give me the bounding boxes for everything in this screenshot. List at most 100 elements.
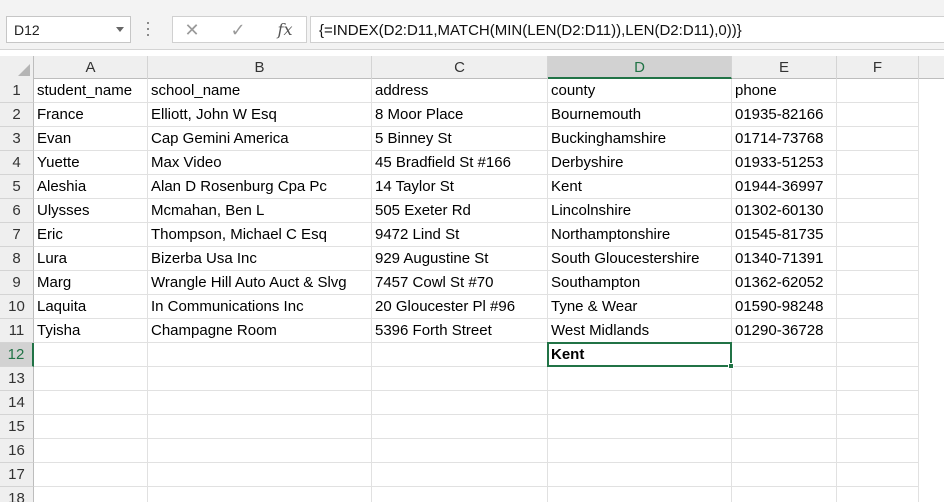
- cell-c2[interactable]: 8 Moor Place: [372, 103, 548, 127]
- cell-d16[interactable]: [548, 439, 732, 463]
- cell-b15[interactable]: [148, 415, 372, 439]
- cell-a7[interactable]: Eric: [34, 223, 148, 247]
- row-header[interactable]: 5: [0, 175, 34, 199]
- cell-f4[interactable]: [837, 151, 919, 175]
- column-header-c[interactable]: C: [372, 56, 548, 79]
- cell-f3[interactable]: [837, 127, 919, 151]
- cell-b5[interactable]: Alan D Rosenburg Cpa Pc: [148, 175, 372, 199]
- cell-b17[interactable]: [148, 463, 372, 487]
- cell-d15[interactable]: [548, 415, 732, 439]
- row-header[interactable]: 9: [0, 271, 34, 295]
- row-header[interactable]: 10: [0, 295, 34, 319]
- cell-c17[interactable]: [372, 463, 548, 487]
- cell-f10[interactable]: [837, 295, 919, 319]
- cell-e11[interactable]: 01290-36728: [732, 319, 837, 343]
- cell-e2[interactable]: 01935-82166: [732, 103, 837, 127]
- cell-d7[interactable]: Northamptonshire: [548, 223, 732, 247]
- cell-a5[interactable]: Aleshia: [34, 175, 148, 199]
- cell-d2[interactable]: Bournemouth: [548, 103, 732, 127]
- cell-e17[interactable]: [732, 463, 837, 487]
- cell-b8[interactable]: Bizerba Usa Inc: [148, 247, 372, 271]
- cell-e18[interactable]: [732, 487, 837, 502]
- cell-a3[interactable]: Evan: [34, 127, 148, 151]
- cell-e4[interactable]: 01933-51253: [732, 151, 837, 175]
- cell-f5[interactable]: [837, 175, 919, 199]
- cell-e1[interactable]: phone: [732, 79, 837, 103]
- cell-f12[interactable]: [837, 343, 919, 367]
- cell-f2[interactable]: [837, 103, 919, 127]
- cell-e12[interactable]: [732, 343, 837, 367]
- cell-a16[interactable]: [34, 439, 148, 463]
- cell-c3[interactable]: 5 Binney St: [372, 127, 548, 151]
- cell-f18[interactable]: [837, 487, 919, 502]
- check-icon[interactable]: ✓: [223, 19, 253, 41]
- close-icon[interactable]: ✕: [177, 19, 207, 41]
- cell-b14[interactable]: [148, 391, 372, 415]
- cell-d4[interactable]: Derbyshire: [548, 151, 732, 175]
- cell-a4[interactable]: Yuette: [34, 151, 148, 175]
- cell-d17[interactable]: [548, 463, 732, 487]
- cell-a11[interactable]: Tyisha: [34, 319, 148, 343]
- row-header[interactable]: 13: [0, 367, 34, 391]
- column-header-e[interactable]: E: [732, 56, 837, 79]
- cell-f13[interactable]: [837, 367, 919, 391]
- cell-c16[interactable]: [372, 439, 548, 463]
- chevron-down-icon[interactable]: [116, 27, 124, 32]
- cell-d14[interactable]: [548, 391, 732, 415]
- cell-b9[interactable]: Wrangle Hill Auto Auct & Slvg: [148, 271, 372, 295]
- row-header[interactable]: 15: [0, 415, 34, 439]
- cell-c11[interactable]: 5396 Forth Street: [372, 319, 548, 343]
- row-header[interactable]: 12: [0, 343, 34, 367]
- cell-f1[interactable]: [837, 79, 919, 103]
- cell-d9[interactable]: Southampton: [548, 271, 732, 295]
- cell-e16[interactable]: [732, 439, 837, 463]
- cell-b16[interactable]: [148, 439, 372, 463]
- cell-f6[interactable]: [837, 199, 919, 223]
- cell-e10[interactable]: 01590-98248: [732, 295, 837, 319]
- cell-a6[interactable]: Ulysses: [34, 199, 148, 223]
- cell-c4[interactable]: 45 Bradfield St #166: [372, 151, 548, 175]
- name-box[interactable]: D12: [6, 16, 131, 43]
- cell-a14[interactable]: [34, 391, 148, 415]
- cell-f8[interactable]: [837, 247, 919, 271]
- cell-a9[interactable]: Marg: [34, 271, 148, 295]
- cell-e7[interactable]: 01545-81735: [732, 223, 837, 247]
- cell-f11[interactable]: [837, 319, 919, 343]
- cell-e9[interactable]: 01362-62052: [732, 271, 837, 295]
- cell-f15[interactable]: [837, 415, 919, 439]
- cell-b12[interactable]: [148, 343, 372, 367]
- row-header[interactable]: 14: [0, 391, 34, 415]
- cell-e3[interactable]: 01714-73768: [732, 127, 837, 151]
- cell-c13[interactable]: [372, 367, 548, 391]
- cell-f16[interactable]: [837, 439, 919, 463]
- cell-c7[interactable]: 9472 Lind St: [372, 223, 548, 247]
- drag-handle-icon[interactable]: [146, 22, 150, 38]
- cell-e14[interactable]: [732, 391, 837, 415]
- cell-e6[interactable]: 01302-60130: [732, 199, 837, 223]
- cell-a18[interactable]: [34, 487, 148, 502]
- row-header[interactable]: 16: [0, 439, 34, 463]
- cell-b18[interactable]: [148, 487, 372, 502]
- cell-e8[interactable]: 01340-71391: [732, 247, 837, 271]
- row-header[interactable]: 7: [0, 223, 34, 247]
- cell-b4[interactable]: Max Video: [148, 151, 372, 175]
- cell-c5[interactable]: 14 Taylor St: [372, 175, 548, 199]
- cell-a1[interactable]: student_name: [34, 79, 148, 103]
- cell-e15[interactable]: [732, 415, 837, 439]
- cell-c1[interactable]: address: [372, 79, 548, 103]
- cell-c9[interactable]: 7457 Cowl St #70: [372, 271, 548, 295]
- cell-d10[interactable]: Tyne & Wear: [548, 295, 732, 319]
- row-header[interactable]: 8: [0, 247, 34, 271]
- cell-a10[interactable]: Laquita: [34, 295, 148, 319]
- cell-c18[interactable]: [372, 487, 548, 502]
- cell-e13[interactable]: [732, 367, 837, 391]
- row-header[interactable]: 1: [0, 79, 34, 103]
- cell-d3[interactable]: Buckinghamshire: [548, 127, 732, 151]
- cell-a2[interactable]: France: [34, 103, 148, 127]
- cell-a17[interactable]: [34, 463, 148, 487]
- cell-a12[interactable]: [34, 343, 148, 367]
- cell-f9[interactable]: [837, 271, 919, 295]
- cell-d8[interactable]: South Gloucestershire: [548, 247, 732, 271]
- row-header[interactable]: 6: [0, 199, 34, 223]
- cell-a13[interactable]: [34, 367, 148, 391]
